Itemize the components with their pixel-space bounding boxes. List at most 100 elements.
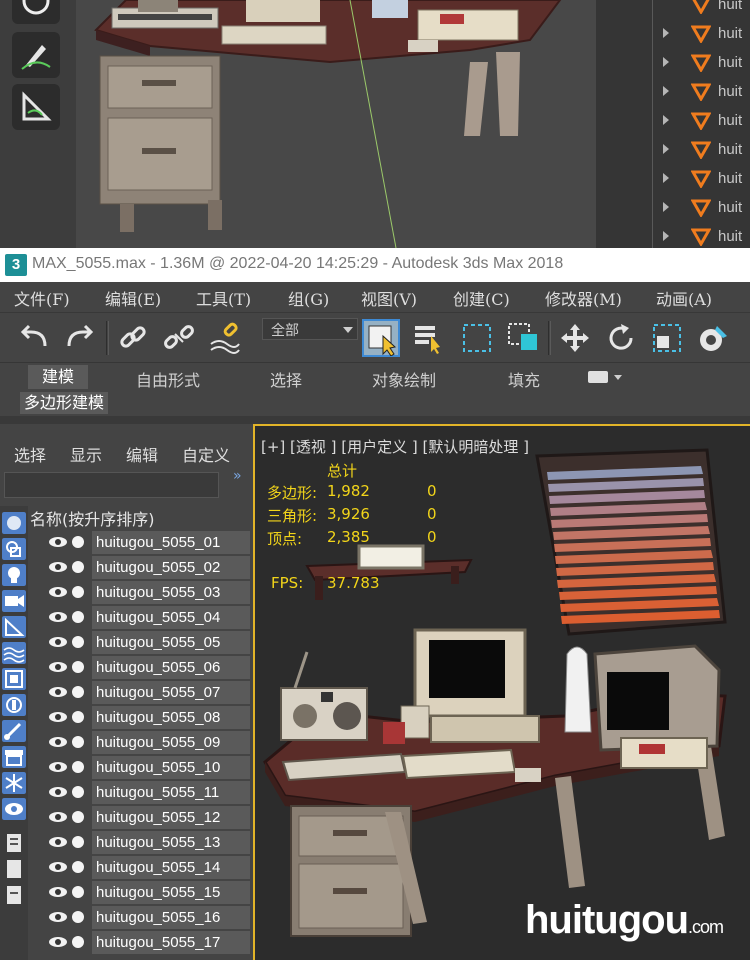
render-toggle-icon[interactable]: [72, 861, 84, 873]
object-name[interactable]: huitugou_5055_09: [92, 731, 250, 754]
menu-animation[interactable]: 动画(A): [656, 286, 712, 310]
container-filter-icon[interactable]: [2, 746, 26, 768]
explorer-row[interactable]: huitugou_5055_03: [30, 580, 253, 605]
bone-filter-icon[interactable]: [2, 720, 26, 742]
tab-freeform[interactable]: 自由形式: [136, 367, 200, 391]
expand-arrow-icon[interactable]: [663, 115, 669, 125]
render-toggle-icon[interactable]: [72, 761, 84, 773]
render-toggle-icon[interactable]: [72, 836, 84, 848]
window-crossing-button[interactable]: [504, 319, 542, 357]
scale-button[interactable]: [648, 319, 686, 357]
perspective-viewport[interactable]: [+] [透视 ] [用户定义 ] [默认明暗处理 ] 总计 多边形: 1,98…: [253, 424, 750, 960]
explorer-row[interactable]: huitugou_5055_15: [30, 880, 253, 905]
shape-filter-icon[interactable]: [2, 538, 26, 560]
object-name[interactable]: huitugou_5055_07: [92, 681, 250, 704]
paint-tool[interactable]: [12, 32, 60, 78]
object-name[interactable]: huitugou_5055_08: [92, 706, 250, 729]
eye-icon[interactable]: [48, 885, 68, 899]
render-toggle-icon[interactable]: [72, 686, 84, 698]
expand-arrow-icon[interactable]: [663, 57, 669, 67]
top-list-row[interactable]: huit: [596, 0, 750, 19]
select-place-button[interactable]: [694, 319, 732, 357]
xref-filter-icon[interactable]: [2, 694, 26, 716]
render-toggle-icon[interactable]: [72, 736, 84, 748]
object-name[interactable]: huitugou_5055_12: [92, 806, 250, 829]
bind-spacewarp-button[interactable]: [206, 319, 244, 357]
sort-icon[interactable]: [2, 884, 26, 906]
menu-edit[interactable]: 编辑(E): [105, 286, 161, 310]
unlink-button[interactable]: [160, 319, 198, 357]
explorer-menu-display[interactable]: 显示: [70, 442, 102, 466]
explorer-row[interactable]: huitugou_5055_02: [30, 555, 253, 580]
explorer-row[interactable]: huitugou_5055_14: [30, 855, 253, 880]
eye-icon[interactable]: [48, 635, 68, 649]
object-name[interactable]: huitugou_5055_11: [92, 781, 250, 804]
menu-file[interactable]: 文件(F): [14, 286, 70, 310]
render-toggle-icon[interactable]: [72, 586, 84, 598]
expand-arrow-icon[interactable]: [663, 202, 669, 212]
chevron-down-icon[interactable]: [614, 375, 622, 380]
eye-icon[interactable]: [48, 535, 68, 549]
light-filter-icon[interactable]: [2, 564, 26, 586]
top-list-row[interactable]: huit: [596, 77, 750, 106]
eye-icon[interactable]: [48, 735, 68, 749]
explorer-row[interactable]: huitugou_5055_11: [30, 780, 253, 805]
explorer-menu-select[interactable]: 选择: [14, 442, 46, 466]
selection-region-button[interactable]: [458, 319, 496, 357]
select-object-button[interactable]: [362, 319, 400, 357]
explorer-search-input[interactable]: [4, 472, 219, 498]
explorer-menu-customize[interactable]: 自定义: [182, 442, 230, 466]
menu-create[interactable]: 创建(C): [453, 286, 510, 310]
explorer-row[interactable]: huitugou_5055_17: [30, 930, 253, 955]
object-name[interactable]: huitugou_5055_03: [92, 581, 250, 604]
top-list-row[interactable]: huit: [596, 19, 750, 48]
measure-tool[interactable]: [12, 84, 60, 130]
eye-icon[interactable]: [48, 935, 68, 949]
eye-icon[interactable]: [48, 585, 68, 599]
tab-object-paint[interactable]: 对象绘制: [372, 367, 436, 391]
render-toggle-icon[interactable]: [72, 636, 84, 648]
top-list-row[interactable]: huit: [596, 48, 750, 77]
eye-icon[interactable]: [48, 860, 68, 874]
expand-arrow-icon[interactable]: [663, 231, 669, 241]
object-name[interactable]: huitugou_5055_15: [92, 881, 250, 904]
polygon-modeling-tab[interactable]: 多边形建模: [20, 392, 109, 414]
explorer-row[interactable]: huitugou_5055_06: [30, 655, 253, 680]
render-toggle-icon[interactable]: [72, 561, 84, 573]
expand-arrow-icon[interactable]: [663, 144, 669, 154]
eye-icon[interactable]: [48, 835, 68, 849]
eye-icon[interactable]: [48, 660, 68, 674]
spacewarp-filter-icon[interactable]: [2, 642, 26, 664]
snap-tool[interactable]: [12, 0, 60, 24]
object-name[interactable]: huitugou_5055_10: [92, 756, 250, 779]
explorer-row[interactable]: huitugou_5055_01: [30, 530, 253, 555]
expand-chevron-icon[interactable]: »: [233, 468, 242, 484]
render-toggle-icon[interactable]: [72, 711, 84, 723]
eye-icon[interactable]: [48, 685, 68, 699]
object-name[interactable]: huitugou_5055_13: [92, 831, 250, 854]
blank-icon[interactable]: [2, 858, 26, 880]
render-toggle-icon[interactable]: [72, 886, 84, 898]
top-list-row[interactable]: huit: [596, 193, 750, 222]
geometry-filter-icon[interactable]: [2, 512, 26, 534]
helper-filter-icon[interactable]: [2, 616, 26, 638]
explorer-row[interactable]: huitugou_5055_08: [30, 705, 253, 730]
object-name[interactable]: huitugou_5055_04: [92, 606, 250, 629]
expand-arrow-icon[interactable]: [663, 86, 669, 96]
link-button[interactable]: [114, 319, 152, 357]
eye-icon[interactable]: [48, 810, 68, 824]
render-toggle-icon[interactable]: [72, 661, 84, 673]
top-list-row[interactable]: huit: [596, 164, 750, 193]
render-toggle-icon[interactable]: [72, 811, 84, 823]
explorer-row[interactable]: huitugou_5055_04: [30, 605, 253, 630]
render-toggle-icon[interactable]: [72, 536, 84, 548]
menu-tools[interactable]: 工具(T): [196, 286, 251, 310]
menu-group[interactable]: 组(G): [288, 286, 329, 310]
eye-icon[interactable]: [48, 760, 68, 774]
object-name[interactable]: huitugou_5055_05: [92, 631, 250, 654]
explorer-menu-edit[interactable]: 编辑: [126, 442, 158, 466]
explorer-row[interactable]: huitugou_5055_12: [30, 805, 253, 830]
explorer-row[interactable]: huitugou_5055_13: [30, 830, 253, 855]
hidden-filter-icon[interactable]: [2, 798, 26, 820]
tab-selection[interactable]: 选择: [270, 367, 302, 391]
